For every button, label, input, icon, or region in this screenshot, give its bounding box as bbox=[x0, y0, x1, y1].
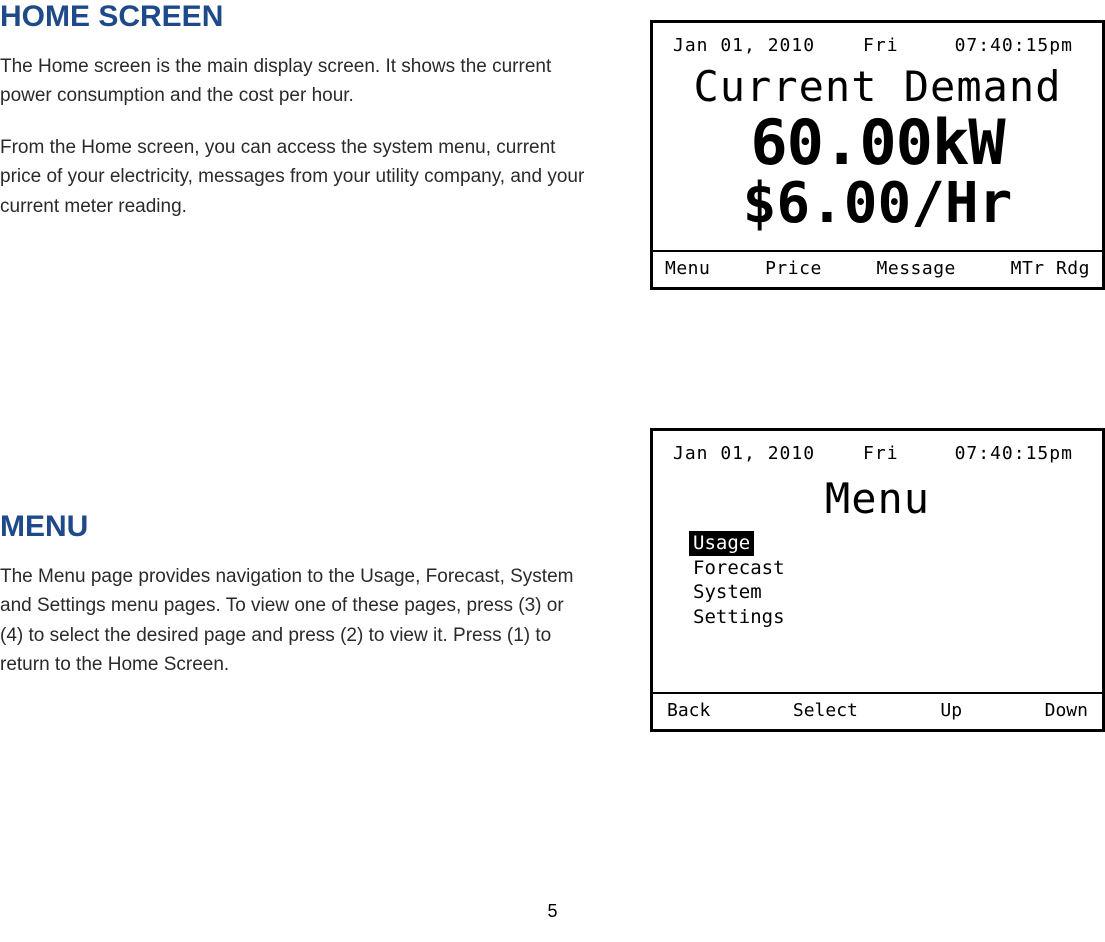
lcd-header: Jan 01, 2010 Fri 07:40:15pm bbox=[653, 431, 1102, 468]
lcd-date: Jan 01, 2010 bbox=[673, 443, 815, 464]
home-screen-lcd: Jan 01, 2010 Fri 07:40:15pm Current Dema… bbox=[650, 20, 1105, 290]
softkey-down[interactable]: Down bbox=[1045, 700, 1088, 721]
menu-section: MENU The Menu page provides navigation t… bbox=[0, 510, 590, 702]
lcd-time: 07:40:15pm bbox=[955, 35, 1073, 56]
menu-heading: MENU bbox=[0, 510, 590, 544]
softkey-menu[interactable]: Menu bbox=[665, 258, 710, 279]
menu-item-forecast[interactable]: Forecast bbox=[689, 556, 789, 581]
home-screen-para-1: The Home screen is the main display scre… bbox=[0, 52, 590, 111]
lcd-dow: Fri bbox=[863, 35, 899, 56]
menu-item-system[interactable]: System bbox=[689, 580, 766, 605]
softkey-back[interactable]: Back bbox=[667, 700, 710, 721]
page-number: 5 bbox=[0, 901, 1105, 922]
home-screen-section: HOME SCREEN The Home screen is the main … bbox=[0, 0, 590, 243]
lcd-menu-title: Menu bbox=[653, 474, 1102, 523]
menu-list: Usage Forecast System Settings bbox=[653, 531, 1102, 630]
softkey-mtr-rdg[interactable]: MTr Rdg bbox=[1011, 258, 1090, 279]
lcd-softkeys: Menu Price Message MTr Rdg bbox=[653, 250, 1102, 287]
home-screen-para-2: From the Home screen, you can access the… bbox=[0, 133, 590, 221]
home-screen-heading: HOME SCREEN bbox=[0, 0, 590, 34]
softkey-price[interactable]: Price bbox=[765, 258, 822, 279]
softkey-select[interactable]: Select bbox=[793, 700, 858, 721]
lcd-date: Jan 01, 2010 bbox=[673, 35, 815, 56]
lcd-value-power: 60.00kW bbox=[653, 106, 1102, 179]
softkey-message[interactable]: Message bbox=[877, 258, 956, 279]
menu-screen-lcd: Jan 01, 2010 Fri 07:40:15pm Menu Usage F… bbox=[650, 428, 1105, 732]
menu-para-1: The Menu page provides navigation to the… bbox=[0, 562, 590, 680]
lcd-time: 07:40:15pm bbox=[955, 443, 1073, 464]
lcd-title: Current Demand bbox=[653, 62, 1102, 111]
lcd-softkeys: Back Select Up Down bbox=[653, 692, 1102, 729]
menu-item-usage[interactable]: Usage bbox=[689, 531, 754, 556]
lcd-header: Jan 01, 2010 Fri 07:40:15pm bbox=[653, 23, 1102, 60]
lcd-value-cost: $6.00/Hr bbox=[653, 171, 1102, 236]
softkey-up[interactable]: Up bbox=[940, 700, 962, 721]
menu-item-settings[interactable]: Settings bbox=[689, 605, 789, 630]
lcd-dow: Fri bbox=[863, 443, 899, 464]
